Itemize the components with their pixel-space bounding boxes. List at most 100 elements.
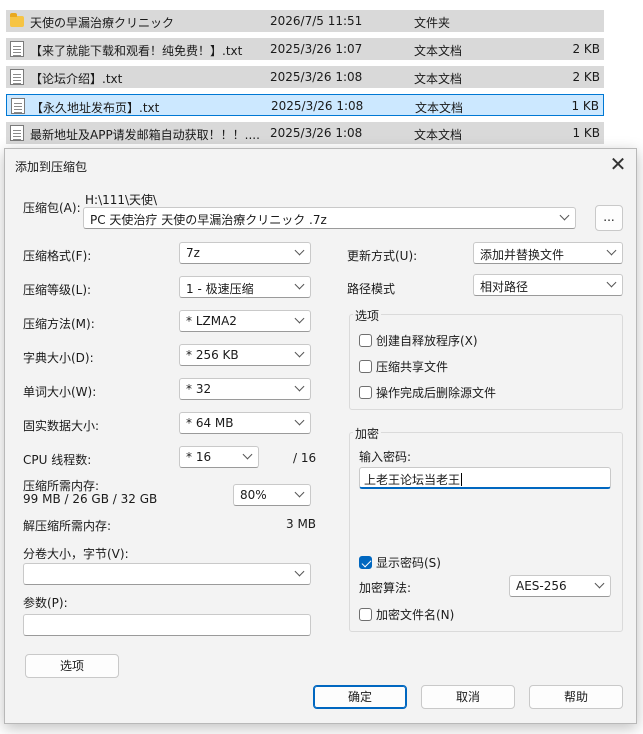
file-type: 文本文档 bbox=[415, 101, 464, 115]
file-name: 最新地址及APP请发邮箱自动获取！！！.... bbox=[30, 128, 260, 142]
options-button[interactable]: 选项 bbox=[25, 654, 119, 678]
file-row[interactable]: 【论坛介绍】.txt 2025/3/26 1:08 文本文档 2 KB bbox=[6, 66, 604, 88]
dictionary-select[interactable]: * 256 KB bbox=[179, 344, 311, 366]
file-date: 2025/3/26 1:07 bbox=[270, 42, 363, 56]
file-size: 2 KB bbox=[572, 42, 600, 56]
delete-after-checkbox[interactable]: 操作完成后删除源文件 bbox=[359, 384, 496, 401]
parameters-input[interactable] bbox=[23, 614, 311, 636]
text-file-icon bbox=[10, 41, 24, 57]
path-mode-value: 相对路径 bbox=[480, 280, 529, 294]
password-label: 输入密码: bbox=[359, 450, 412, 464]
file-name: 【论坛介绍】.txt bbox=[30, 72, 123, 86]
chevron-down-icon bbox=[596, 580, 604, 588]
format-select[interactable]: 7z bbox=[179, 242, 311, 264]
level-label: 压缩等级(L): bbox=[23, 283, 92, 297]
file-size: 1 KB bbox=[572, 126, 600, 140]
file-row[interactable]: 【来了就能下载和观看！纯免费！】.txt 2025/3/26 1:07 文本文档… bbox=[6, 38, 604, 60]
file-name: 【永久地址发布页】.txt bbox=[31, 101, 160, 115]
chevron-down-icon bbox=[296, 247, 304, 255]
split-size-combo[interactable] bbox=[23, 563, 311, 585]
threads-max: / 16 bbox=[293, 451, 317, 465]
dialog-titlebar: 添加到压缩包 ✕ bbox=[5, 149, 636, 181]
file-size: 2 KB bbox=[572, 70, 600, 84]
file-size: 1 KB bbox=[571, 99, 599, 113]
format-label: 压缩格式(F): bbox=[23, 249, 92, 263]
chevron-down-icon bbox=[608, 279, 616, 287]
file-date: 2025/3/26 1:08 bbox=[271, 99, 364, 113]
solid-size-label: 固实数据大小: bbox=[23, 419, 100, 433]
threads-select[interactable]: * 16 bbox=[179, 446, 259, 468]
path-mode-select[interactable]: 相对路径 bbox=[473, 274, 623, 296]
dictionary-value: * 256 KB bbox=[186, 348, 239, 362]
word-size-select[interactable]: * 32 bbox=[179, 378, 311, 400]
chevron-down-icon bbox=[296, 349, 304, 357]
checkbox-box bbox=[359, 386, 372, 399]
split-size-label: 分卷大小，字节(V): bbox=[23, 547, 129, 561]
create-sfx-label: 创建自释放程序(X) bbox=[376, 334, 478, 348]
level-value: 1 - 极速压缩 bbox=[186, 282, 254, 296]
file-row[interactable]: 天使の早漏治療クリニック 2026/7/5 11:51 文件夹 bbox=[6, 10, 604, 32]
browse-button[interactable]: ... bbox=[595, 205, 623, 231]
show-password-label: 显示密码(S) bbox=[376, 556, 441, 570]
chevron-down-icon bbox=[608, 247, 616, 255]
file-row[interactable]: 最新地址及APP请发邮箱自动获取！！！.... 2025/3/26 1:08 文… bbox=[6, 122, 604, 144]
solid-size-value: * 64 MB bbox=[186, 416, 234, 430]
file-type: 文本文档 bbox=[414, 44, 463, 58]
file-type: 文本文档 bbox=[414, 128, 463, 142]
encryption-method-select[interactable]: AES-256 bbox=[509, 575, 611, 597]
chevron-down-icon bbox=[296, 417, 304, 425]
add-to-archive-dialog: 添加到压缩包 ✕ 压缩包(A): H:\111\天使\ PC 天使治疗 天使の早… bbox=[4, 148, 637, 724]
archive-name-value: PC 天使治疗 天使の早漏治療クリニック .7z bbox=[90, 213, 327, 227]
chevron-down-icon bbox=[296, 383, 304, 391]
update-mode-value: 添加并替换文件 bbox=[480, 248, 565, 262]
chevron-down-icon bbox=[296, 281, 304, 289]
options-group-label: 选项 bbox=[353, 307, 382, 324]
password-input[interactable]: 上老王论坛当老王 bbox=[359, 467, 611, 489]
file-date: 2025/3/26 1:08 bbox=[270, 126, 363, 140]
file-row-selected[interactable]: 【永久地址发布页】.txt 2025/3/26 1:08 文本文档 1 KB bbox=[6, 94, 604, 116]
chevron-down-icon bbox=[561, 212, 569, 220]
text-caret bbox=[461, 473, 463, 486]
memory-usage-value: 80% bbox=[240, 488, 267, 502]
update-mode-label: 更新方式(U): bbox=[347, 249, 418, 263]
encryption-group-label: 加密 bbox=[353, 425, 382, 442]
archive-label: 压缩包(A): bbox=[23, 201, 81, 215]
level-select[interactable]: 1 - 极速压缩 bbox=[179, 276, 311, 298]
memory-usage-select[interactable]: 80% bbox=[233, 484, 311, 506]
archive-name-combo[interactable]: PC 天使治疗 天使の早漏治療クリニック .7z bbox=[83, 207, 576, 229]
cancel-button[interactable]: 取消 bbox=[421, 685, 515, 709]
dictionary-label: 字典大小(D): bbox=[23, 351, 94, 365]
encryption-method-value: AES-256 bbox=[516, 579, 567, 593]
method-label: 压缩方法(M): bbox=[23, 317, 95, 331]
create-sfx-checkbox[interactable]: 创建自释放程序(X) bbox=[359, 332, 478, 349]
update-mode-select[interactable]: 添加并替换文件 bbox=[473, 242, 623, 264]
encryption-method-label: 加密算法: bbox=[359, 581, 412, 595]
word-size-value: * 32 bbox=[186, 382, 212, 396]
parameters-label: 参数(P): bbox=[23, 596, 68, 610]
threads-label: CPU 线程数: bbox=[23, 453, 92, 467]
method-value: * LZMA2 bbox=[186, 314, 237, 328]
ok-button[interactable]: 确定 bbox=[313, 685, 407, 709]
compress-shared-checkbox[interactable]: 压缩共享文件 bbox=[359, 358, 448, 375]
checkbox-box bbox=[359, 334, 372, 347]
word-size-label: 单词大小(W): bbox=[23, 385, 97, 399]
file-date: 2025/3/26 1:08 bbox=[270, 70, 363, 84]
help-button[interactable]: 帮助 bbox=[529, 685, 623, 709]
text-file-icon bbox=[11, 98, 25, 114]
close-icon[interactable]: ✕ bbox=[606, 153, 630, 177]
solid-size-select[interactable]: * 64 MB bbox=[179, 412, 311, 434]
file-type: 文件夹 bbox=[414, 16, 451, 30]
decompress-memory-value: 3 MB bbox=[286, 517, 317, 531]
format-value: 7z bbox=[186, 246, 200, 260]
chevron-down-icon bbox=[296, 489, 304, 497]
show-password-checkbox[interactable]: 显示密码(S) bbox=[359, 554, 441, 571]
dialog-title: 添加到压缩包 bbox=[15, 160, 88, 174]
checkbox-box bbox=[359, 608, 372, 621]
encrypt-filenames-checkbox[interactable]: 加密文件名(N) bbox=[359, 606, 454, 623]
method-select[interactable]: * LZMA2 bbox=[179, 310, 311, 332]
threads-value: * 16 bbox=[186, 450, 212, 464]
file-name: 天使の早漏治療クリニック bbox=[30, 16, 175, 30]
file-name: 【来了就能下载和观看！纯免费！】.txt bbox=[30, 44, 243, 58]
compress-shared-label: 压缩共享文件 bbox=[376, 360, 449, 374]
text-file-icon bbox=[10, 125, 24, 141]
